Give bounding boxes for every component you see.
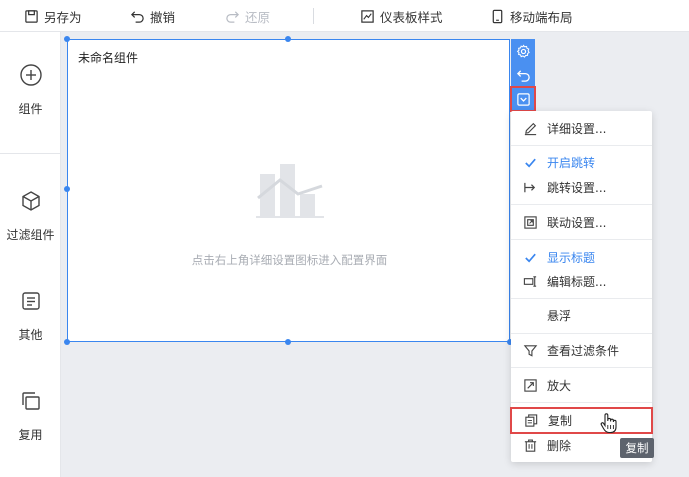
menu-item-linkage-settings[interactable]: 联动设置... xyxy=(511,211,652,233)
hand-cursor-icon xyxy=(600,413,617,434)
menu-divider xyxy=(511,402,652,403)
menu-item-copy[interactable]: 复制 xyxy=(510,407,653,434)
resize-handle[interactable] xyxy=(64,36,70,42)
expand-icon xyxy=(522,377,538,393)
document-icon xyxy=(21,292,40,310)
menu-item-label: 显示标题 xyxy=(547,251,596,265)
filter-icon xyxy=(522,342,538,358)
menu-item-label: 详细设置... xyxy=(547,122,607,136)
settings-button[interactable] xyxy=(511,39,535,63)
sidebar-item-filter-components[interactable]: 过滤组件 xyxy=(0,189,61,243)
resize-handle[interactable] xyxy=(64,339,70,345)
menu-divider xyxy=(511,239,652,240)
trash-icon xyxy=(522,437,538,453)
sidebar-divider xyxy=(0,153,61,154)
menu-item-label: 跳转设置... xyxy=(547,181,607,195)
copy-tooltip: 复制 xyxy=(620,438,654,458)
undo-button[interactable]: 撤销 xyxy=(130,7,175,25)
menu-divider xyxy=(511,145,652,146)
jump-arrow-icon xyxy=(522,179,538,195)
menu-divider xyxy=(511,367,652,368)
plus-circle-icon xyxy=(19,64,42,86)
mobile-icon xyxy=(492,9,503,23)
sidebar-item-components[interactable]: 组件 xyxy=(0,63,61,117)
menu-item-label: 开启跳转 xyxy=(547,156,596,170)
menu-item-show-title[interactable]: 显示标题 xyxy=(511,246,652,268)
menu-item-zoom[interactable]: 放大 xyxy=(511,374,652,396)
menu-item-label: 复制 xyxy=(548,414,573,428)
save-as-button[interactable]: 另存为 xyxy=(24,7,82,25)
chevron-down-box-icon xyxy=(516,92,530,106)
widget-hint: 点击右上角详细设置图标进入配置界面 xyxy=(191,253,388,267)
back-button[interactable] xyxy=(511,63,535,87)
edit-icon xyxy=(522,120,538,136)
sidebar-item-label: 其他 xyxy=(18,328,43,342)
sidebar-item-label: 组件 xyxy=(18,102,43,116)
mobile-layout-button[interactable]: 移动端布局 xyxy=(490,7,573,25)
mobile-layout-label: 移动端布局 xyxy=(510,9,573,25)
menu-item-label: 放大 xyxy=(547,379,572,393)
redo-button[interactable]: 还原 xyxy=(225,7,270,25)
menu-item-enable-jump[interactable]: 开启跳转 xyxy=(511,151,652,173)
menu-item-label: 查看过滤条件 xyxy=(547,344,620,358)
menu-item-jump-settings[interactable]: 跳转设置... xyxy=(511,176,652,198)
stack-icon xyxy=(21,392,40,410)
resize-handle[interactable] xyxy=(64,186,70,192)
chart-placeholder-icon xyxy=(256,164,324,218)
menu-item-label: 删除 xyxy=(547,439,572,453)
menu-divider xyxy=(511,204,652,205)
linkage-icon xyxy=(522,214,538,230)
return-icon xyxy=(516,69,530,82)
gear-icon xyxy=(516,43,530,58)
edit-title-icon xyxy=(522,273,538,289)
toolbar-divider xyxy=(313,8,314,24)
menu-item-label: 悬浮 xyxy=(547,309,572,323)
save-icon xyxy=(25,9,38,23)
redo-label: 还原 xyxy=(245,9,271,25)
menu-item-label: 编辑标题... xyxy=(547,275,607,289)
menu-item-float[interactable]: 悬浮 xyxy=(511,304,652,326)
menu-divider xyxy=(511,333,652,334)
left-sidebar: 组件 过滤组件 其他 复用 xyxy=(0,32,61,477)
resize-handle[interactable] xyxy=(285,339,291,345)
save-as-label: 另存为 xyxy=(44,9,82,25)
undo-label: 撤销 xyxy=(150,9,176,25)
widget-action-bar xyxy=(510,39,536,112)
dashboard-style-label: 仪表板样式 xyxy=(380,9,443,25)
undo-icon xyxy=(131,10,144,23)
menu-divider xyxy=(511,298,652,299)
menu-item-view-filters[interactable]: 查看过滤条件 xyxy=(511,339,652,361)
dashboard-style-button[interactable]: 仪表板样式 xyxy=(360,7,443,25)
sidebar-item-label: 过滤组件 xyxy=(6,228,55,242)
unnamed-widget[interactable]: 未命名组件 点击右上角详细设置图标进入配置界面 xyxy=(67,39,510,342)
menu-item-label: 联动设置... xyxy=(547,216,607,230)
sidebar-item-other[interactable]: 其他 xyxy=(0,289,61,343)
menu-item-detail-settings[interactable]: 详细设置... xyxy=(511,117,652,139)
menu-item-edit-title[interactable]: 编辑标题... xyxy=(511,270,652,292)
more-dropdown-button[interactable] xyxy=(510,86,536,112)
check-icon xyxy=(522,249,538,265)
widget-dropdown-menu: 详细设置... 开启跳转 跳转设置... 联动设置... 显示标题 编辑标题..… xyxy=(510,111,653,462)
cube-icon xyxy=(21,191,40,211)
sidebar-item-label: 复用 xyxy=(18,428,43,442)
resize-handle[interactable] xyxy=(285,36,291,42)
check-icon xyxy=(522,154,538,170)
top-toolbar: 另存为 撤销 还原 仪表板样式 移动端布局 xyxy=(0,0,689,32)
widget-title: 未命名组件 xyxy=(78,51,139,65)
copy-icon xyxy=(523,412,539,428)
redo-icon xyxy=(226,10,239,23)
dashboard-style-icon xyxy=(361,9,374,23)
sidebar-item-reuse[interactable]: 复用 xyxy=(0,389,61,443)
